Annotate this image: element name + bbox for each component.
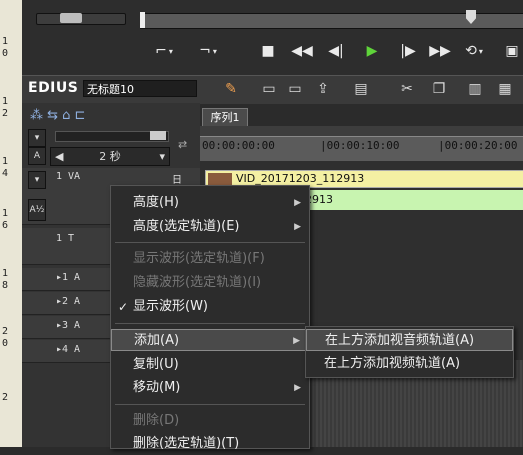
track-sync-icon[interactable]: A <box>28 147 46 165</box>
menu-item-add-video-track-above[interactable]: 在上方添加视频轨道(A) <box>306 353 513 375</box>
menu-item-label: 高度(选定轨道)(E) <box>133 219 240 234</box>
timecode-label: 00:00:00:00 <box>202 139 275 152</box>
step-back-icon[interactable]: ◀| <box>324 40 348 62</box>
ruler-tick: 4 <box>2 168 9 179</box>
seek-start-marker <box>140 12 145 28</box>
menu-item-label: 移动(M) <box>133 380 181 395</box>
track-label: ▸4 A <box>56 344 81 355</box>
fast-forward-icon[interactable]: ▶▶ <box>428 40 452 62</box>
context-menu: 高度(H) ▶ 高度(选定轨道)(E) ▶ 显示波形(选定轨道)(F) 隐藏波形(选… <box>110 185 310 451</box>
menu-item-label: 显示波形(W) <box>133 299 208 314</box>
ruler-tick: 1 <box>2 156 9 167</box>
playback-seek-bar[interactable] <box>140 13 523 29</box>
submenu-arrow-icon: ▶ <box>294 222 301 232</box>
submenu-arrow-icon: ▶ <box>293 336 300 346</box>
project-title-field[interactable]: 无标题10 <box>83 80 197 97</box>
ruler-tick: 2 <box>2 392 9 403</box>
cut-icon[interactable]: ✂ <box>396 78 418 100</box>
shuttle-slider-thumb[interactable] <box>60 13 82 23</box>
stop-icon[interactable]: ■ <box>256 40 280 62</box>
timeline-scroll-strip <box>200 126 523 136</box>
zoom-label: 2 秒 <box>99 150 121 163</box>
import-icon[interactable]: ⇪ <box>312 78 334 100</box>
menu-item-delete: 删除(D) <box>111 410 309 432</box>
menu-separator <box>115 404 305 405</box>
clip-thumbnail <box>208 173 232 185</box>
menu-item-label: 添加(A) <box>134 333 180 348</box>
menu-item-label: 显示波形(选定轨道)(F) <box>133 251 265 266</box>
submenu-arrow-icon: ▶ <box>294 383 301 393</box>
track-label: 1 T <box>56 233 75 244</box>
replace-icon[interactable]: ▦ <box>494 78 516 100</box>
output-icon[interactable]: ▣ <box>500 40 523 62</box>
menu-item-show-waveform[interactable]: ✓ 显示波形(W) <box>111 296 309 318</box>
paste-icon[interactable]: ▥ <box>464 78 486 100</box>
menu-item-label: 删除(选定轨道)(T) <box>133 436 240 451</box>
ruler-tick: 8 <box>2 280 9 291</box>
tab-sequence[interactable]: 序列1 <box>202 108 248 126</box>
ruler-tick: 0 <box>2 48 9 59</box>
loop-icon[interactable]: ⟲ ▾ <box>462 40 486 62</box>
menu-item-height-selected-track[interactable]: 高度(选定轨道)(E) ▶ <box>111 216 309 238</box>
clip-name: VID_20171203_112913 <box>236 172 365 185</box>
step-forward-icon[interactable]: |▶ <box>396 40 420 62</box>
menu-item-label: 高度(H) <box>133 195 179 210</box>
save-icon[interactable]: ▤ <box>350 78 372 100</box>
menu-item-duplicate[interactable]: 复制(U) <box>111 354 309 376</box>
track-label: ▸2 A <box>56 296 81 307</box>
link-icon[interactable]: ⇄ <box>178 138 187 151</box>
track-height-thumb[interactable] <box>150 131 166 140</box>
ruler-tick: 0 <box>2 338 9 349</box>
ruler-tick: 1 <box>2 96 9 107</box>
menu-separator <box>115 242 305 243</box>
ruler-tick: 1 <box>2 268 9 279</box>
menu-item-label: 隐藏波形(选定轨道)(I) <box>133 275 262 290</box>
menu-item-label: 删除(D) <box>133 413 180 428</box>
copy-icon[interactable]: ❐ <box>428 78 450 100</box>
add-submenu: 在上方添加视音频轨道(A) 在上方添加视频轨道(A) <box>305 326 514 378</box>
rewind-icon[interactable]: ◀◀ <box>290 40 314 62</box>
menu-item-height[interactable]: 高度(H) ▶ <box>111 192 309 214</box>
play-icon[interactable]: ▶ <box>360 40 384 62</box>
menu-item-show-waveform-selected: 显示波形(选定轨道)(F) <box>111 248 309 270</box>
timecode-label: |00:00:10:00 <box>320 139 400 152</box>
set-in-point-icon[interactable]: ⌐ ▾ <box>152 40 176 62</box>
checkmark-icon: ✓ <box>118 300 129 314</box>
timecode-label: |00:00:20:00 <box>438 139 518 152</box>
ruler-tick: 1 <box>2 208 9 219</box>
menu-item-add-av-track-above[interactable]: 在上方添加视音频轨道(A) <box>306 329 513 351</box>
menu-item-label: 复制(U) <box>133 357 179 372</box>
menu-item-delete-selected-track[interactable]: 删除(选定轨道)(T) <box>111 433 309 455</box>
menu-item-label: 在上方添加视频轨道(A) <box>324 356 461 371</box>
ruler-tick: 2 <box>2 326 9 337</box>
audio-toggle-icon[interactable]: A½ <box>28 199 46 221</box>
track-tool-icons[interactable]: ⁂ ⇆ ⌂ ⊏ <box>30 108 190 125</box>
ruler-tick: 1 <box>2 36 9 47</box>
menu-item-add[interactable]: 添加(A) ▶ <box>111 329 309 351</box>
track-label: ▸1 A <box>56 272 81 283</box>
track-mode-indicator[interactable]: 日 <box>172 171 182 186</box>
menu-item-hide-waveform-selected: 隐藏波形(选定轨道)(I) <box>111 272 309 294</box>
menu-item-label: 在上方添加视音频轨道(A) <box>325 333 475 348</box>
app-logo: EDIUS <box>28 80 79 96</box>
menu-item-move[interactable]: 移动(M) ▶ <box>111 377 309 399</box>
set-out-point-icon[interactable]: ¬ ▾ <box>196 40 220 62</box>
video-toggle-icon[interactable]: ▾ <box>28 171 46 189</box>
track-label: 1 VA <box>56 171 81 182</box>
zoom-decrease-icon[interactable]: ◀ <box>55 148 63 165</box>
timeline-zoom-selector[interactable]: ◀ 2 秒 ▾ <box>50 147 170 166</box>
ruler-tick: 6 <box>2 220 9 231</box>
menu-separator <box>115 323 305 324</box>
ruler-tick: 2 <box>2 108 9 119</box>
vertical-ruler: 1 0 1 2 1 4 1 6 1 8 2 0 2 <box>0 0 23 447</box>
track-label: ▸3 A <box>56 320 81 331</box>
new-sequence-icon[interactable]: ▭ <box>258 78 280 100</box>
open-icon[interactable]: ▭ <box>284 78 306 100</box>
submenu-arrow-icon: ▶ <box>294 198 301 208</box>
player-panel <box>22 0 523 75</box>
mode-icon[interactable]: ✎ <box>220 78 242 100</box>
track-lock-icon[interactable]: ▾ <box>28 129 46 147</box>
zoom-dropdown-icon[interactable]: ▾ <box>159 148 165 165</box>
